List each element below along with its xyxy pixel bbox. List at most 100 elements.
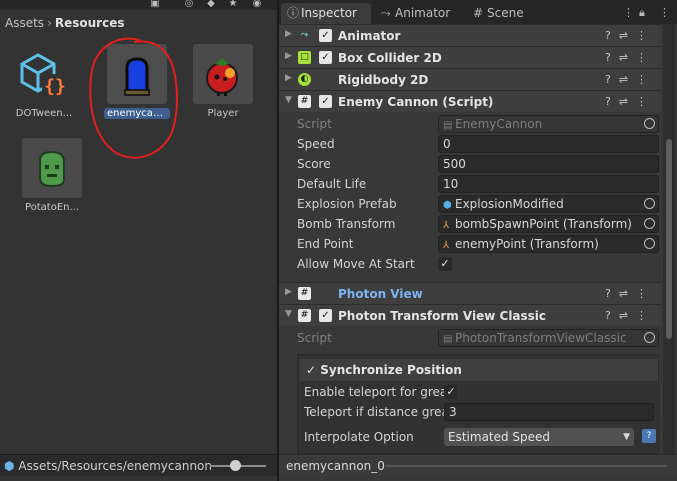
prop-label: Teleport if distance great bbox=[304, 405, 444, 419]
help-icon[interactable]: ? bbox=[605, 95, 619, 108]
component-box-collider-2d[interactable]: ▶ □ ✓ Box Collider 2D ?⇌⋮ bbox=[279, 46, 661, 68]
inspector-preview-bar[interactable]: enemycannon_0 bbox=[279, 454, 677, 476]
component-header-icons: ?⇌⋮ bbox=[605, 309, 655, 322]
expand-arrow-icon[interactable]: ▶ bbox=[285, 287, 292, 297]
help-icon[interactable]: ? bbox=[605, 29, 619, 42]
component-enemy-cannon-script[interactable]: ▼ # ✓ Enemy Cannon (Script) ?⇌⋮ bbox=[279, 90, 661, 112]
favorite-star-icon[interactable]: ★ bbox=[226, 0, 240, 10]
component-photon-transform-view-classic[interactable]: ▼ # ✓ Photon Transform View Classic ?⇌⋮ bbox=[279, 304, 661, 326]
collapse-arrow-icon[interactable]: ▼ bbox=[285, 95, 292, 105]
context-menu-icon[interactable]: ⋮ bbox=[636, 51, 655, 64]
explosion-prefab-field[interactable]: ⬢ ExplosionModified bbox=[438, 195, 659, 213]
tab-animator[interactable]: ⤳ Animator bbox=[375, 3, 465, 24]
help-icon[interactable]: ? bbox=[605, 309, 619, 322]
script-file-icon: ▤ bbox=[443, 334, 453, 345]
component-enable-checkbox[interactable]: ✓ bbox=[319, 29, 332, 42]
help-book-icon[interactable]: ? bbox=[642, 429, 656, 443]
tab-inspector[interactable]: ⓘ Inspector bbox=[281, 3, 371, 24]
project-panel: ▣ ◎ ◆ ★ ◉ Assets › Resources {} DOTween... bbox=[0, 0, 277, 481]
component-photon-view[interactable]: ▶ # Photon View ?⇌⋮ bbox=[279, 282, 661, 304]
preset-icon[interactable]: ⇌ bbox=[619, 29, 636, 42]
allow-move-checkbox[interactable]: ✓ bbox=[438, 257, 452, 271]
prop-label: Default Life bbox=[297, 177, 367, 191]
prop-score: Score 500 bbox=[279, 154, 661, 174]
asset-item-enemycannon[interactable]: enemycan... bbox=[98, 44, 176, 122]
asset-item-dotween[interactable]: {} DOTween... bbox=[5, 44, 83, 119]
component-enable-checkbox[interactable]: ✓ bbox=[319, 51, 332, 64]
component-enable-checkbox[interactable]: ✓ bbox=[319, 95, 332, 108]
context-menu-icon[interactable]: ⋮ bbox=[636, 309, 655, 322]
asset-item-player[interactable]: Player bbox=[184, 44, 262, 119]
script-field: ▤ EnemyCannon bbox=[438, 115, 659, 133]
prop-speed: Speed 0 bbox=[279, 134, 661, 154]
preset-icon[interactable]: ⇌ bbox=[619, 51, 636, 64]
photon-script-field: ▤ PhotonTransformViewClassic bbox=[438, 329, 659, 347]
object-picker-icon[interactable] bbox=[644, 238, 655, 249]
scene-grid-icon: # bbox=[473, 6, 484, 20]
hidden-packages-icon[interactable]: ◉ bbox=[250, 0, 264, 10]
more-options-icon[interactable]: ⋮ bbox=[623, 6, 634, 19]
tab-label: Animator bbox=[395, 6, 451, 20]
lock-icon[interactable]: 🔒︎ bbox=[639, 6, 645, 20]
expand-arrow-icon[interactable]: ▶ bbox=[285, 73, 292, 83]
tab-bar: ⓘ Inspector ⤳ Animator # Scene ⋮ 🔒︎ ⋮ bbox=[279, 0, 677, 24]
prefab-icon: ⬢ bbox=[443, 200, 452, 211]
preset-icon[interactable]: ⇌ bbox=[619, 309, 636, 322]
default-life-field[interactable]: 10 bbox=[438, 175, 659, 193]
object-picker-icon[interactable] bbox=[644, 198, 655, 209]
component-rigidbody-2d[interactable]: ▶ ◐ Rigidbody 2D ?⇌⋮ bbox=[279, 68, 661, 90]
prop-label: Script bbox=[297, 117, 332, 131]
prop-label: Allow Move At Start bbox=[297, 257, 415, 271]
expand-arrow-icon[interactable]: ▶ bbox=[285, 51, 292, 61]
preset-icon[interactable]: ⇌ bbox=[619, 287, 636, 300]
inspector-scrollbar[interactable] bbox=[663, 24, 675, 454]
context-menu-icon[interactable]: ⋮ bbox=[636, 95, 655, 108]
prop-label: Score bbox=[297, 157, 331, 171]
prefab-icon: ⬢ bbox=[4, 459, 15, 473]
expand-arrow-icon[interactable]: ▶ bbox=[285, 29, 292, 39]
preset-icon[interactable]: ⇌ bbox=[619, 95, 636, 108]
preview-drag-handle[interactable] bbox=[385, 465, 667, 467]
filter-by-type-icon[interactable]: ◎ bbox=[182, 0, 196, 10]
speed-field[interactable]: 0 bbox=[438, 135, 659, 153]
help-icon[interactable]: ? bbox=[605, 73, 619, 86]
score-field[interactable]: 500 bbox=[438, 155, 659, 173]
animator-icon: ⤳ bbox=[381, 6, 391, 20]
preset-icon[interactable]: ⇌ bbox=[619, 73, 636, 86]
scrollbar-thumb[interactable] bbox=[666, 139, 672, 339]
teleport-distance-field[interactable]: 3 bbox=[444, 403, 654, 421]
prop-teleport-distance: Teleport if distance great 3 bbox=[298, 402, 660, 422]
bomb-transform-field[interactable]: ⅄ bombSpawnPoint (Transform) bbox=[438, 215, 659, 233]
context-menu-icon[interactable]: ⋮ bbox=[636, 73, 655, 86]
help-icon[interactable]: ? bbox=[605, 287, 619, 300]
context-menu-icon[interactable]: ⋮ bbox=[636, 29, 655, 42]
prop-photon-script: Script ▤ PhotonTransformViewClassic bbox=[279, 328, 661, 348]
blue-cannon-prefab-icon bbox=[107, 44, 167, 104]
enable-teleport-checkbox[interactable]: ✓ bbox=[444, 385, 458, 399]
object-picker-icon bbox=[644, 118, 655, 129]
end-point-field[interactable]: ⅄ enemyPoint (Transform) bbox=[438, 235, 659, 253]
animator-icon: ⤳ bbox=[300, 30, 309, 40]
transform-icon: ⅄ bbox=[443, 220, 450, 231]
interpolate-option-dropdown[interactable]: Estimated Speed ▼ bbox=[444, 428, 634, 446]
collapse-arrow-icon[interactable]: ▼ bbox=[285, 309, 292, 319]
script-icon: # bbox=[298, 95, 311, 108]
object-picker-icon[interactable] bbox=[644, 218, 655, 229]
dropdown-value: Estimated Speed bbox=[448, 430, 551, 444]
component-enable-checkbox[interactable]: ✓ bbox=[319, 309, 332, 322]
context-menu-icon[interactable]: ⋮ bbox=[636, 287, 655, 300]
breadcrumb-resources[interactable]: Resources bbox=[55, 16, 125, 30]
help-icon[interactable]: ? bbox=[605, 51, 619, 64]
component-animator[interactable]: ▶ ⤳ ✓ Animator ?⇌⋮ bbox=[279, 24, 661, 46]
tab-scene[interactable]: # Scene bbox=[467, 3, 537, 24]
asset-item-potato-enemy[interactable]: PotatoEn... bbox=[13, 138, 91, 213]
field-value: bombSpawnPoint (Transform) bbox=[455, 217, 632, 231]
filter-by-label-icon[interactable]: ◆ bbox=[204, 0, 218, 10]
window-menu-icon[interactable]: ⋮ bbox=[659, 6, 670, 19]
svg-text:{}: {} bbox=[44, 76, 66, 97]
icon-size-slider-handle[interactable] bbox=[230, 460, 241, 471]
breadcrumb-assets[interactable]: Assets bbox=[5, 16, 44, 30]
component-header-icons: ?⇌⋮ bbox=[605, 51, 655, 64]
synchronize-position-toggle[interactable]: ✓ Synchronize Position bbox=[300, 359, 658, 381]
layers-icon[interactable]: ▣ bbox=[148, 0, 162, 10]
